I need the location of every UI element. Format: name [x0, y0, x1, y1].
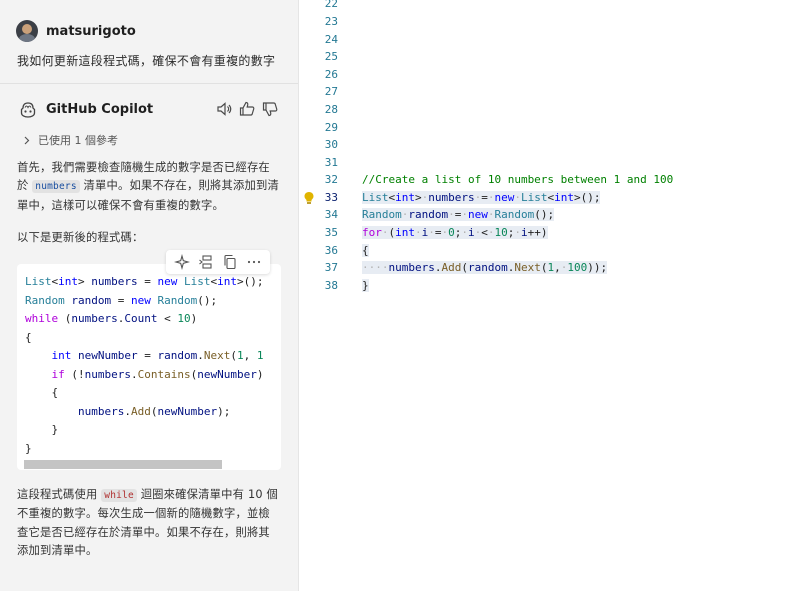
user-avatar[interactable] [16, 20, 38, 42]
line-number: 32 [324, 173, 338, 186]
inline-code-while: while [101, 489, 137, 502]
code-line: } [25, 441, 32, 455]
line-number: 24 [324, 33, 338, 46]
line-number: 35 [324, 226, 338, 239]
line-number: 26 [324, 68, 338, 81]
user-name: matsurigoto [46, 24, 136, 39]
response-intro: 首先，我們需要檢查隨機生成的數字是否已經存在於 numbers 清單中。如果不存… [17, 159, 281, 215]
line-number: 31 [324, 156, 338, 169]
user-message-block: matsurigoto 我如何更新這段程式碼，確保不會有重複的數字 [0, 0, 298, 84]
code-line: { [25, 330, 32, 344]
line-number: 37 [324, 261, 338, 274]
assistant-name: GitHub Copilot [46, 102, 154, 117]
line-number: 36 [324, 244, 338, 257]
inline-code-numbers: numbers [32, 180, 80, 194]
code-line: } [25, 423, 59, 436]
code-line: { [25, 386, 59, 399]
line-number: 28 [324, 103, 338, 116]
user-message-text: 我如何更新這段程式碼，確保不會有重複的數字 [17, 54, 276, 68]
code-editor[interactable]: 22 23 24 25 26 27 28 29 30 31 32 33 34 3… [300, 0, 793, 591]
line-number: 29 [324, 121, 338, 134]
line-number: 38 [324, 279, 338, 292]
code-line-36: { [362, 244, 369, 257]
line-number: 30 [324, 138, 338, 151]
line-number: 27 [324, 85, 338, 98]
thumbs-up-icon[interactable] [238, 100, 256, 118]
lightbulb-icon[interactable] [303, 191, 315, 205]
outro-text-1: 這段程式碼使用 [17, 488, 98, 501]
code-line-35: for·(int·i·=·0;·i·<·10;·i++) [362, 226, 548, 239]
sparkle-icon[interactable] [174, 254, 190, 270]
response-outro: 這段程式碼使用 while 迴圈來確保清單中有 10 個不重複的數字。每次生成一… [17, 486, 281, 560]
speaker-icon[interactable] [215, 100, 233, 118]
insert-at-cursor-icon[interactable] [198, 254, 214, 270]
copilot-chat-panel: matsurigoto 我如何更新這段程式碼，確保不會有重複的數字 GitHub… [0, 0, 299, 591]
code-block: List<int> numbers = new List<int>(); Rand… [17, 264, 281, 470]
code-comment-line: //Create a list of 10 numbers between 1 … [362, 173, 674, 186]
code-line: if (!numbers.Contains(newNumber) [51, 367, 264, 381]
code-line-33: List<int>·numbers·=·new·List<int>(); [362, 191, 601, 204]
more-icon[interactable] [246, 254, 262, 270]
code-line: numbers.Add(newNumber); [77, 404, 231, 418]
code-line-34: Random·random·=·new·Random(); [362, 208, 555, 221]
code-line-38: } [362, 279, 369, 292]
chevron-right-icon [24, 136, 30, 144]
code-intro: 以下是更新後的程式碼： [17, 231, 144, 244]
references-label: 已使用 1 個參考 [38, 134, 118, 147]
code-line-37: ····numbers.Add(random.Next(1,·100)); [362, 261, 608, 274]
code-block-toolbar [166, 250, 270, 274]
line-number: 23 [324, 15, 338, 28]
code-line: int newNumber = random.Next(1, 1 [51, 349, 264, 362]
used-references-toggle[interactable]: 已使用 1 個參考 [22, 132, 118, 148]
line-number: 22 [324, 0, 338, 10]
line-number: 25 [324, 50, 338, 63]
copy-icon[interactable] [222, 254, 238, 270]
code-line: while (numbers.Count < 10) [25, 312, 198, 325]
copilot-icon [20, 102, 36, 118]
code-block-content: List<int> numbers = new List<int>(); Rand… [25, 273, 263, 458]
code-block-scrollbar[interactable] [24, 460, 222, 469]
code-line: Random random = new Random(); [25, 293, 218, 307]
thumbs-down-icon[interactable] [261, 100, 279, 118]
line-number: 34 [324, 208, 338, 221]
code-line: List<int> numbers = new List<int>(); [25, 275, 264, 288]
